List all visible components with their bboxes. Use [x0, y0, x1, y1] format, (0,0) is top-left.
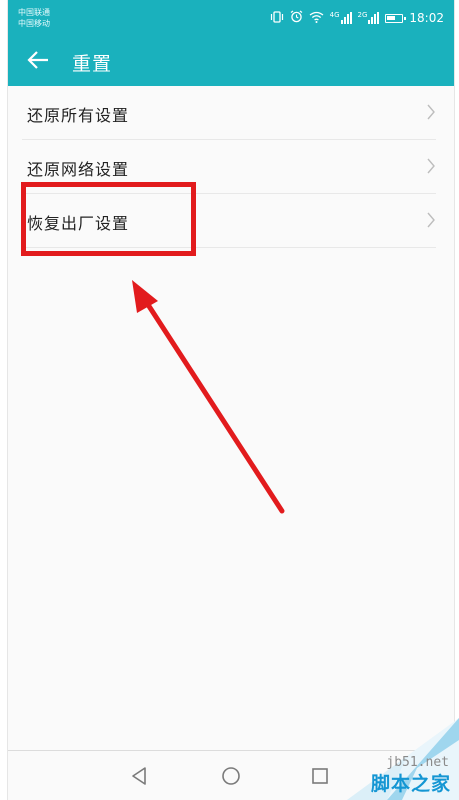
watermark-site: jb51.net: [386, 755, 449, 770]
chevron-right-icon: [426, 103, 436, 125]
alarm-icon: [290, 10, 303, 26]
carrier-2: 中国移动: [18, 19, 50, 28]
reset-network-settings-item[interactable]: 还原网络设置: [22, 140, 436, 194]
status-bar: 中国联通 中国移动 4G 2G 18:02: [8, 0, 454, 38]
back-button[interactable]: [22, 46, 54, 78]
page-title: 重置: [72, 53, 113, 75]
app-bar: 重置: [8, 38, 454, 86]
vibrate-icon: [270, 10, 284, 26]
signal-icon-2: 2G: [358, 12, 380, 24]
phone-screen: 中国联通 中国移动 4G 2G 18:02 重置 还原所有设置 还原网络设置 恢…: [7, 0, 455, 800]
status-icons: 4G 2G 18:02: [270, 10, 444, 26]
watermark-name: 脚本之家: [370, 773, 451, 795]
carrier-info: 中国联通 中国移动: [18, 7, 50, 29]
signal-icon: 4G: [330, 12, 352, 24]
network-type-2: 2G: [357, 11, 368, 19]
factory-reset-item[interactable]: 恢复出厂设置: [22, 194, 436, 248]
network-type-1: 4G: [329, 11, 340, 19]
back-triangle-icon[interactable]: [126, 762, 154, 790]
carrier-1: 中国联通: [18, 8, 50, 17]
clock: 18:02: [409, 11, 444, 25]
watermark: jb51.net 脚本之家: [347, 718, 459, 800]
wifi-icon: [309, 11, 324, 26]
battery-icon: [385, 13, 407, 23]
chevron-right-icon: [426, 157, 436, 179]
list-item-label: 恢复出厂设置: [27, 214, 130, 233]
home-circle-icon[interactable]: [217, 762, 245, 790]
arrow-left-icon: [27, 50, 49, 74]
reset-all-settings-item[interactable]: 还原所有设置: [22, 86, 436, 140]
recents-square-icon[interactable]: [306, 762, 334, 790]
chevron-right-icon: [426, 211, 436, 233]
list-item-label: 还原所有设置: [27, 106, 130, 125]
reset-options-list: 还原所有设置 还原网络设置 恢复出厂设置: [8, 86, 454, 248]
list-item-label: 还原网络设置: [27, 160, 130, 179]
